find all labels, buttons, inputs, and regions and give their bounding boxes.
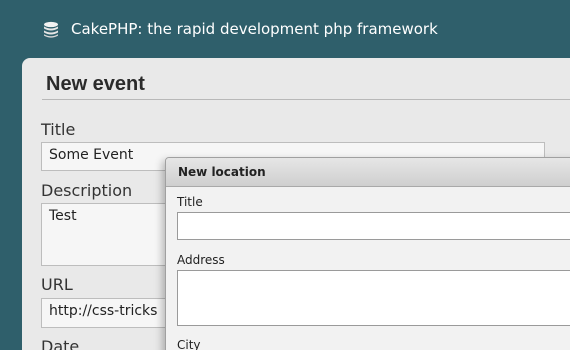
location-address-label: Address bbox=[177, 253, 225, 267]
event-date-label: Date bbox=[41, 337, 80, 350]
database-stack-icon bbox=[44, 21, 58, 38]
event-url-label: URL bbox=[41, 275, 73, 294]
location-address-textarea[interactable] bbox=[177, 270, 570, 326]
dialog-title: New location bbox=[178, 165, 266, 179]
location-title-input[interactable] bbox=[177, 212, 570, 240]
location-title-label: Title bbox=[177, 195, 203, 209]
new-location-dialog: New location Title Address City bbox=[165, 157, 570, 350]
dialog-titlebar[interactable]: New location bbox=[166, 158, 570, 187]
app-title[interactable]: CakePHP: the rapid development php frame… bbox=[71, 19, 438, 39]
location-city-label: City bbox=[177, 338, 201, 350]
event-title-label: Title bbox=[41, 120, 76, 139]
title-divider bbox=[42, 99, 570, 100]
event-description-label: Description bbox=[41, 181, 133, 200]
app-header: CakePHP: the rapid development php frame… bbox=[0, 0, 570, 58]
page-title: New event bbox=[46, 73, 145, 95]
